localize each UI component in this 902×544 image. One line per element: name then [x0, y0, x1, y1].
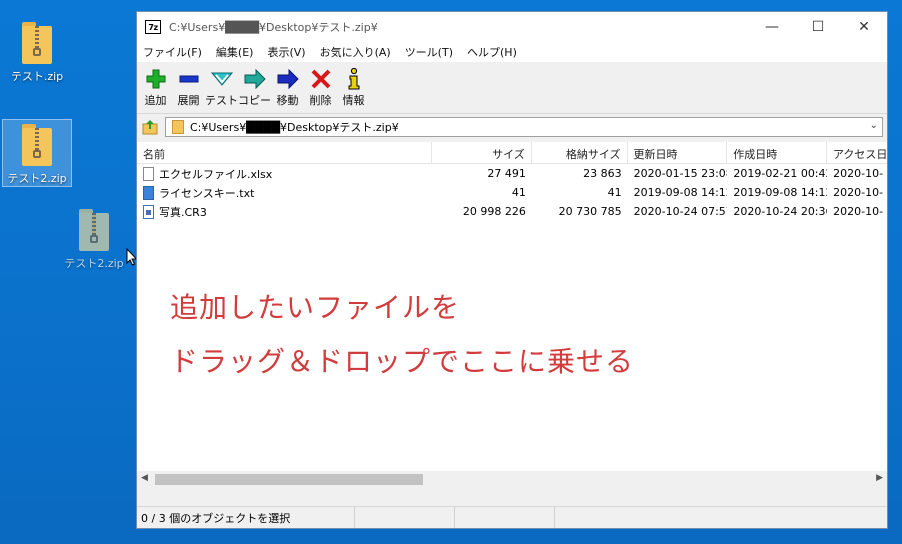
delete-x-icon [311, 69, 330, 89]
file-created: 2019-02-21 00:42 [733, 167, 828, 180]
info-button[interactable]: 情報 [337, 68, 370, 108]
file-packed-size: 41 [607, 186, 622, 199]
menu-favorites[interactable]: お気に入り(A) [320, 44, 391, 60]
minus-icon [179, 75, 198, 83]
file-created: 2019-09-08 14:12 [733, 186, 828, 199]
table-row[interactable]: ライセンスキー.txt 41 41 2019-09-08 14:12 2019-… [137, 183, 887, 202]
txt-file-icon [143, 185, 154, 200]
info-label: 情報 [342, 94, 365, 107]
chevron-down-icon[interactable]: ⌄ [870, 120, 878, 131]
copy-arrow-icon [244, 69, 266, 89]
annotation-line-1: 追加したいファイルを [170, 291, 461, 324]
sevenzip-app-icon: 7z [145, 20, 161, 34]
copy-button[interactable]: コピー [238, 68, 271, 108]
close-button[interactable]: ✕ [841, 12, 887, 42]
minimize-button[interactable]: — [749, 12, 795, 42]
toolbar: 追加 展開 テスト コピー 移動 削除 情報 [137, 62, 887, 114]
status-cell [455, 507, 555, 528]
menu-file[interactable]: ファイル(F) [143, 44, 202, 60]
test-label: テスト [205, 94, 238, 107]
file-accessed: 2020-10- [833, 186, 884, 199]
check-icon [210, 72, 233, 86]
file-modified: 2020-01-15 23:08 [633, 167, 728, 180]
column-header-accessed[interactable]: アクセス日 [827, 142, 887, 163]
window-title: C:¥Users¥████¥Desktop¥テスト.zip¥ [169, 21, 378, 34]
sevenzip-window: 7z C:¥Users¥████¥Desktop¥テスト.zip¥ — ☐ ✕ … [136, 11, 888, 529]
plus-icon [146, 69, 165, 89]
status-cell [355, 507, 455, 528]
file-name: 写真.CR3 [159, 205, 207, 219]
column-header-modified[interactable]: 更新日時 [628, 142, 728, 163]
zip-file-icon [20, 20, 54, 64]
scrollbar-thumb[interactable] [155, 474, 423, 485]
file-size: 41 [511, 186, 526, 199]
menu-help[interactable]: ヘルプ(H) [467, 44, 517, 60]
list-header: 名前 サイズ 格納サイズ 更新日時 作成日時 アクセス日 [137, 142, 887, 164]
maximize-button[interactable]: ☐ [795, 12, 841, 42]
zip-file-icon [77, 207, 111, 251]
menu-tools[interactable]: ツール(T) [405, 44, 453, 60]
address-text: C:¥Users¥████¥Desktop¥テスト.zip¥ [190, 121, 399, 134]
file-name: エクセルファイル.xlsx [159, 167, 273, 181]
file-size: 20 998 226 [462, 205, 526, 218]
status-bar: 0 / 3 個のオブジェクトを選択 [137, 506, 887, 528]
desktop-icon-zip-1[interactable]: テスト.zip [4, 20, 70, 84]
desktop-icon-label: テスト2.zip [64, 257, 124, 270]
file-name: ライセンスキー.txt [159, 186, 255, 200]
file-created: 2020-10-24 20:36 [733, 205, 828, 218]
add-button[interactable]: 追加 [139, 68, 172, 108]
file-size: 27 491 [487, 167, 526, 180]
add-label: 追加 [144, 94, 167, 107]
file-modified: 2019-09-08 14:12 [633, 186, 728, 199]
zip-file-icon [20, 122, 54, 166]
horizontal-scrollbar[interactable]: ◀ ▶ [137, 471, 887, 488]
menu-bar: ファイル(F) 編集(E) 表示(V) お気に入り(A) ツール(T) ヘルプ(… [137, 42, 887, 62]
info-icon [348, 68, 359, 90]
column-header-name[interactable]: 名前 [137, 142, 433, 163]
table-row[interactable]: エクセルファイル.xlsx 27 491 23 863 2020-01-15 2… [137, 164, 887, 183]
file-packed-size: 23 863 [583, 167, 622, 180]
move-button[interactable]: 移動 [271, 68, 304, 108]
menu-view[interactable]: 表示(V) [267, 44, 305, 60]
file-packed-size: 20 730 785 [558, 205, 622, 218]
image-file-icon [143, 204, 154, 219]
copy-label: コピー [238, 94, 271, 107]
file-modified: 2020-10-24 07:57 [633, 205, 728, 218]
xlsx-file-icon [143, 166, 154, 181]
status-selection: 0 / 3 個のオブジェクトを選択 [137, 507, 355, 528]
up-folder-button[interactable] [141, 118, 159, 136]
move-label: 移動 [276, 94, 299, 107]
file-accessed: 2020-10- [833, 167, 884, 180]
delete-button[interactable]: 削除 [304, 68, 337, 108]
title-bar[interactable]: 7z C:¥Users¥████¥Desktop¥テスト.zip¥ — ☐ ✕ [137, 12, 887, 42]
extract-label: 展開 [177, 94, 200, 107]
table-row[interactable]: 写真.CR3 20 998 226 20 730 785 2020-10-24 … [137, 202, 887, 221]
desktop-icon-zip-2[interactable]: テスト2.zip [2, 119, 72, 187]
column-header-created[interactable]: 作成日時 [727, 142, 827, 163]
menu-edit[interactable]: 編集(E) [216, 44, 254, 60]
file-accessed: 2020-10- [833, 205, 884, 218]
folder-icon [172, 120, 184, 134]
desktop-icon-label: テスト2.zip [7, 172, 67, 185]
column-header-size[interactable]: サイズ [432, 142, 532, 163]
move-arrow-icon [277, 69, 299, 89]
test-button[interactable]: テスト [205, 68, 238, 108]
status-cell [555, 507, 887, 528]
column-header-packed[interactable]: 格納サイズ [532, 142, 628, 163]
dragged-icon-zip: テスト2.zip [61, 207, 127, 271]
up-folder-icon [142, 120, 158, 135]
scroll-left-icon[interactable]: ◀ [141, 473, 148, 483]
desktop-icon-label: テスト.zip [10, 70, 64, 83]
scroll-right-icon[interactable]: ▶ [876, 473, 883, 483]
extract-button[interactable]: 展開 [172, 68, 205, 108]
delete-label: 削除 [309, 94, 332, 107]
annotation-line-2: ドラッグ＆ドロップでここに乗せる [170, 345, 635, 378]
address-input[interactable]: C:¥Users¥████¥Desktop¥テスト.zip¥ ⌄ [165, 117, 883, 137]
address-bar: C:¥Users¥████¥Desktop¥テスト.zip¥ ⌄ [137, 114, 887, 140]
